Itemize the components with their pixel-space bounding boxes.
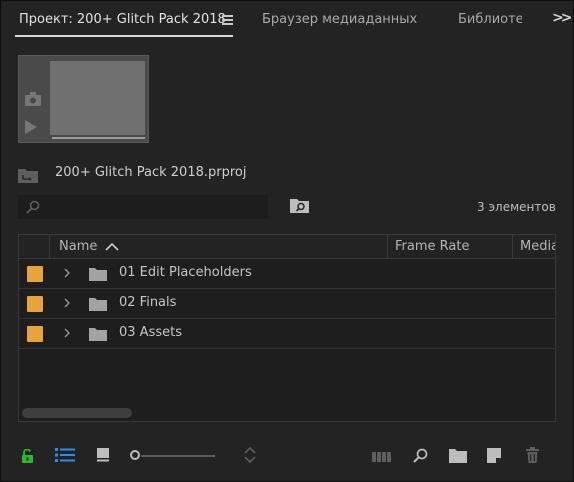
table-row[interactable]: 03 Assets	[19, 319, 555, 349]
row-label: 02 Finals	[119, 295, 177, 310]
tab-bar: Проект: 200+ Glitch Pack 2018 Браузер ме…	[1, 1, 573, 41]
project-file-icon	[18, 169, 38, 183]
search-input[interactable]	[46, 197, 265, 217]
camera-icon[interactable]	[25, 92, 41, 106]
column-separator[interactable]	[512, 235, 513, 259]
item-count: 3 элементов	[477, 200, 556, 214]
tab-libraries[interactable]: Библиотеки	[458, 12, 522, 27]
project-thumbnail	[18, 55, 149, 143]
new-item-icon[interactable]	[487, 448, 501, 463]
new-bin-icon[interactable]	[449, 449, 467, 463]
row-label: 03 Assets	[119, 325, 182, 340]
panel-menu-icon[interactable]	[222, 14, 233, 26]
thumbnail-scrubber[interactable]	[52, 137, 145, 139]
zoom-slider-track[interactable]	[141, 455, 215, 457]
row-label: 01 Edit Placeholders	[119, 265, 252, 280]
horizontal-scrollbar[interactable]	[22, 408, 132, 418]
play-icon[interactable]	[25, 120, 37, 134]
thumbnail-preview	[50, 61, 145, 135]
tab-overflow-icon[interactable]: >>	[552, 10, 573, 26]
lock-open-icon[interactable]	[21, 449, 35, 463]
project-items-table: Name Frame Rate Media 01 Edit Placeholde…	[18, 234, 556, 422]
project-file-name: 200+ Glitch Pack 2018.prproj	[55, 165, 247, 180]
project-panel: Проект: 200+ Glitch Pack 2018 Браузер ме…	[0, 0, 574, 482]
icon-view-icon[interactable]	[96, 448, 110, 462]
folder-icon	[89, 298, 107, 311]
chevron-right-icon[interactable]	[64, 298, 70, 308]
label-color-swatch[interactable]	[27, 266, 43, 282]
active-tab-underline	[15, 35, 233, 37]
table-row[interactable]: 02 Finals	[19, 289, 555, 319]
folder-icon	[89, 328, 107, 341]
column-header-frame-rate[interactable]: Frame Rate	[395, 239, 469, 254]
tab-media-browser[interactable]: Браузер медиаданных	[262, 12, 417, 27]
sort-ascending-icon[interactable]	[105, 243, 119, 251]
column-separator[interactable]	[387, 235, 388, 259]
chevron-right-icon[interactable]	[64, 328, 70, 338]
column-header-media[interactable]: Media	[520, 239, 555, 254]
column-separator[interactable]	[49, 235, 50, 259]
bin-search-icon[interactable]	[290, 198, 310, 214]
search-field[interactable]	[18, 195, 268, 219]
automate-sequence-icon[interactable]	[372, 451, 392, 463]
table-row[interactable]: 01 Edit Placeholders	[19, 259, 555, 289]
label-color-swatch[interactable]	[27, 326, 43, 342]
column-header-name[interactable]: Name	[59, 239, 97, 254]
find-icon[interactable]	[413, 448, 428, 463]
chevron-right-icon[interactable]	[64, 268, 70, 278]
sort-icons-icon[interactable]	[244, 447, 256, 463]
tab-project[interactable]: Проект: 200+ Glitch Pack 2018	[19, 12, 226, 27]
folder-icon	[89, 268, 107, 281]
trash-icon[interactable]	[526, 447, 539, 463]
label-color-swatch[interactable]	[27, 296, 43, 312]
search-icon	[26, 200, 40, 214]
table-header: Name Frame Rate Media	[19, 235, 555, 259]
zoom-slider-handle[interactable]	[130, 450, 140, 460]
list-view-icon[interactable]	[55, 448, 75, 462]
